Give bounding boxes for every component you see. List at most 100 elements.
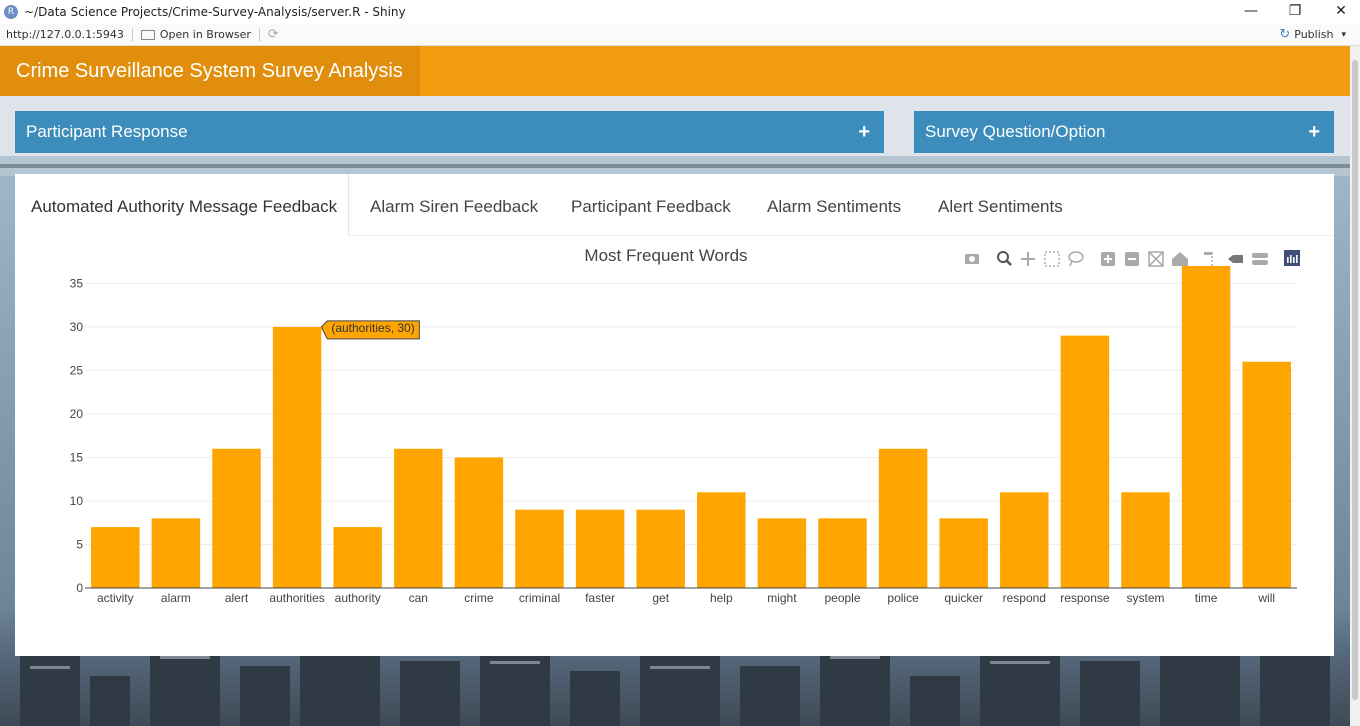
bar-activity[interactable] bbox=[91, 527, 140, 588]
x-tick-label: can bbox=[409, 591, 428, 605]
lasso-icon[interactable] bbox=[1068, 251, 1084, 267]
x-tick-label: get bbox=[652, 591, 669, 605]
tab-alarm-siren-feedback[interactable]: Alarm Siren Feedback bbox=[370, 174, 538, 236]
chart-title: Most Frequent Words bbox=[584, 246, 747, 265]
box-select-icon[interactable] bbox=[1044, 251, 1060, 267]
box-title: Survey Question/Option bbox=[925, 122, 1106, 141]
hover-compare-icon[interactable] bbox=[1252, 253, 1268, 265]
tab-alarm-sentiments[interactable]: Alarm Sentiments bbox=[767, 174, 901, 236]
x-tick-label: might bbox=[767, 591, 797, 605]
y-tick-label: 20 bbox=[70, 407, 84, 421]
restore-button[interactable]: ❐ bbox=[1272, 0, 1318, 24]
participant-response-box-header[interactable]: Participant Response + bbox=[15, 111, 884, 153]
x-tick-label: system bbox=[1126, 591, 1164, 605]
x-tick-label: activity bbox=[97, 591, 134, 605]
bar-police[interactable] bbox=[878, 448, 928, 588]
bar-get[interactable] bbox=[636, 509, 685, 588]
reset-axes-icon[interactable] bbox=[1172, 252, 1188, 266]
bar-quicker[interactable] bbox=[939, 518, 988, 588]
survey-question-box-header[interactable]: Survey Question/Option + bbox=[914, 111, 1334, 153]
hover-tooltip: (authorities, 30) bbox=[320, 320, 420, 340]
x-tick-label: authorities bbox=[269, 591, 324, 605]
bar-help[interactable] bbox=[697, 492, 746, 588]
vertical-scrollbar[interactable] bbox=[1350, 46, 1360, 726]
y-tick-label: 15 bbox=[70, 450, 84, 464]
zoom-out-icon[interactable] bbox=[1125, 252, 1139, 266]
x-tick-label: alert bbox=[225, 591, 249, 605]
bar-faster[interactable] bbox=[575, 509, 625, 588]
x-tick-label: time bbox=[1195, 591, 1218, 605]
plotly-logo-icon[interactable] bbox=[1284, 250, 1300, 266]
refresh-icon[interactable]: ⟳ bbox=[268, 27, 279, 42]
bar-respond[interactable] bbox=[1000, 492, 1049, 588]
tab-automated-authority-message-feedback[interactable]: Automated Authority Message Feedback bbox=[15, 174, 349, 236]
autoscale-icon[interactable] bbox=[1148, 251, 1164, 267]
bar-crime[interactable] bbox=[454, 457, 504, 588]
shiny-app: Crime Surveillance System Survey Analysi… bbox=[0, 46, 1350, 726]
x-tick-label: crime bbox=[464, 591, 494, 605]
browser-window-icon bbox=[140, 29, 155, 40]
chart-bars bbox=[91, 266, 1291, 588]
open-in-browser-button[interactable]: Open in Browser bbox=[140, 28, 251, 41]
expand-plus-icon[interactable]: + bbox=[858, 111, 870, 153]
bar-time[interactable] bbox=[1181, 266, 1231, 588]
bar-authorities[interactable] bbox=[272, 326, 322, 588]
chart-svg[interactable]: Most Frequent Words 0 5 10 15 20 25 30 35 activ… bbox=[15, 236, 1334, 656]
zoom-in-icon[interactable] bbox=[1101, 252, 1115, 266]
bar-alert[interactable] bbox=[212, 448, 261, 588]
x-tick-label: police bbox=[887, 591, 919, 605]
x-axis-ticks: activity alarm alert authorities authority ca… bbox=[97, 591, 1275, 605]
camera-icon[interactable] bbox=[965, 254, 979, 264]
y-tick-label: 0 bbox=[76, 581, 83, 595]
x-tick-label: faster bbox=[585, 591, 615, 605]
bar-alarm[interactable] bbox=[151, 518, 201, 588]
x-tick-label: alarm bbox=[161, 591, 191, 605]
hover-closest-icon[interactable] bbox=[1228, 255, 1243, 263]
toolbar-divider bbox=[258, 27, 260, 42]
bar-authority[interactable] bbox=[333, 527, 382, 588]
open-in-browser-label: Open in Browser bbox=[159, 28, 251, 41]
app-header: Crime Surveillance System Survey Analysi… bbox=[0, 46, 1350, 96]
bar-criminal[interactable] bbox=[515, 509, 564, 588]
x-tick-label: quicker bbox=[944, 591, 983, 605]
x-tick-label: help bbox=[710, 591, 733, 605]
zoom-icon[interactable] bbox=[997, 251, 1012, 266]
x-tick-label: criminal bbox=[519, 591, 560, 605]
box-title: Participant Response bbox=[26, 122, 188, 141]
y-tick-label: 10 bbox=[70, 494, 84, 508]
expand-plus-icon[interactable]: + bbox=[1308, 111, 1320, 153]
x-tick-label: will bbox=[1257, 591, 1275, 605]
app-title: Crime Surveillance System Survey Analysi… bbox=[0, 46, 420, 96]
y-tick-label: 30 bbox=[70, 320, 84, 334]
y-axis-ticks: 0 5 10 15 20 25 30 35 bbox=[70, 276, 84, 595]
bar-chart[interactable]: Most Frequent Words 0 5 10 15 20 25 30 35 activ… bbox=[15, 236, 1334, 656]
bar-people[interactable] bbox=[818, 518, 867, 588]
publish-button[interactable]: ↻ Publish ▾ bbox=[1279, 27, 1346, 42]
tab-bar: Automated Authority Message Feedback Ala… bbox=[15, 174, 1334, 236]
y-tick-label: 25 bbox=[70, 363, 84, 377]
viewer-toolbar: http://127.0.0.1:5943 Open in Browser ⟳ … bbox=[0, 24, 1360, 46]
bar-might[interactable] bbox=[757, 518, 807, 588]
bar-system[interactable] bbox=[1121, 492, 1170, 588]
publish-label: Publish bbox=[1294, 28, 1334, 41]
pan-icon[interactable] bbox=[1021, 252, 1035, 266]
chart-modebar bbox=[965, 250, 1300, 267]
rstudio-app-icon: R bbox=[4, 5, 18, 19]
publish-icon: ↻ bbox=[1279, 27, 1291, 42]
bar-response[interactable] bbox=[1060, 335, 1110, 588]
y-tick-label: 5 bbox=[76, 537, 83, 551]
url-text[interactable]: http://127.0.0.1:5943 bbox=[6, 28, 124, 41]
tab-participant-feedback[interactable]: Participant Feedback bbox=[571, 174, 731, 236]
x-tick-label: people bbox=[824, 591, 860, 605]
window-title: ~/Data Science Projects/Crime-Survey-Ana… bbox=[24, 5, 406, 19]
bar-can[interactable] bbox=[394, 448, 443, 588]
chevron-down-icon[interactable]: ▾ bbox=[1341, 30, 1346, 40]
minimize-button[interactable]: — bbox=[1228, 0, 1274, 24]
tooltip-label: (authorities, 30) bbox=[331, 321, 414, 335]
tab-alert-sentiments[interactable]: Alert Sentiments bbox=[938, 174, 1063, 236]
scrollbar-thumb[interactable] bbox=[1352, 60, 1358, 700]
spike-lines-icon[interactable] bbox=[1204, 252, 1213, 266]
close-button[interactable]: ✕ bbox=[1318, 0, 1360, 24]
bar-will[interactable] bbox=[1242, 361, 1291, 588]
tab-panel: Automated Authority Message Feedback Ala… bbox=[15, 174, 1334, 656]
